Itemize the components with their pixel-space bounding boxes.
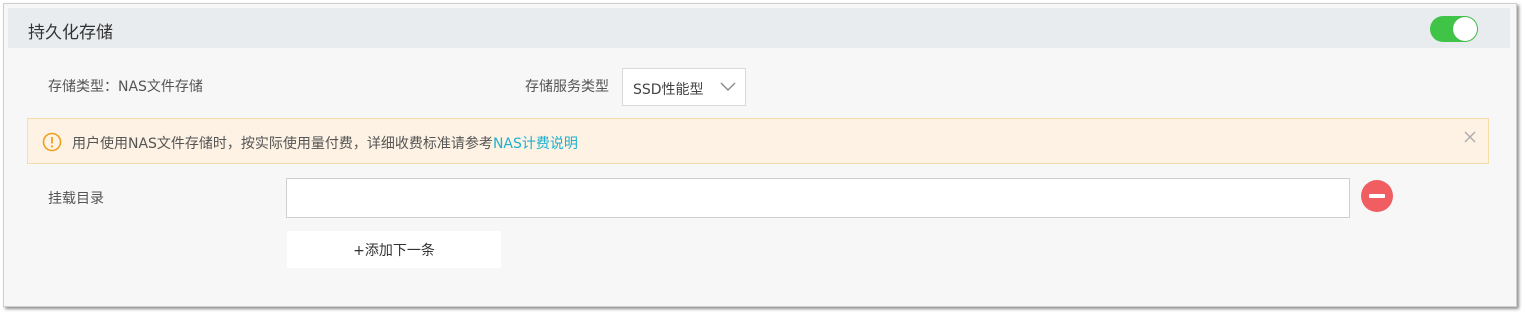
close-icon[interactable]: [1463, 129, 1477, 148]
alert-text: 用户使用NAS文件存储时，按实际使用量付费，详细收费标准请参考: [72, 136, 493, 152]
alert-message: 用户使用NAS文件存储时，按实际使用量付费，详细收费标准请参考NAS计费说明: [72, 133, 578, 153]
add-next-button[interactable]: +添加下一条: [287, 231, 501, 268]
nas-billing-link[interactable]: NAS计费说明: [493, 136, 578, 152]
billing-alert: 用户使用NAS文件存储时，按实际使用量付费，详细收费标准请参考NAS计费说明: [27, 118, 1489, 164]
warning-circle-icon: [42, 132, 62, 156]
panel-header: 持久化存储: [8, 8, 1510, 48]
panel-title: 持久化存储: [28, 23, 113, 43]
service-type-select[interactable]: SSD性能型: [622, 68, 746, 106]
chevron-down-icon: [719, 79, 737, 98]
minus-circle-icon: [1369, 194, 1385, 198]
service-type-label: 存储服务类型: [525, 79, 609, 95]
storage-type-text: 存储类型：NAS文件存储: [48, 79, 203, 95]
service-type-value: SSD性能型: [633, 82, 704, 98]
remove-mount-button[interactable]: [1361, 180, 1393, 212]
toggle-knob: [1453, 17, 1477, 41]
persistent-storage-toggle[interactable]: [1430, 16, 1478, 42]
mount-directory-label: 挂载目录: [48, 191, 104, 207]
persistent-storage-panel: 持久化存储 存储类型：NAS文件存储 存储服务类型 SSD性能型 用户使用NAS…: [3, 3, 1517, 307]
mount-directory-input[interactable]: [286, 178, 1350, 218]
